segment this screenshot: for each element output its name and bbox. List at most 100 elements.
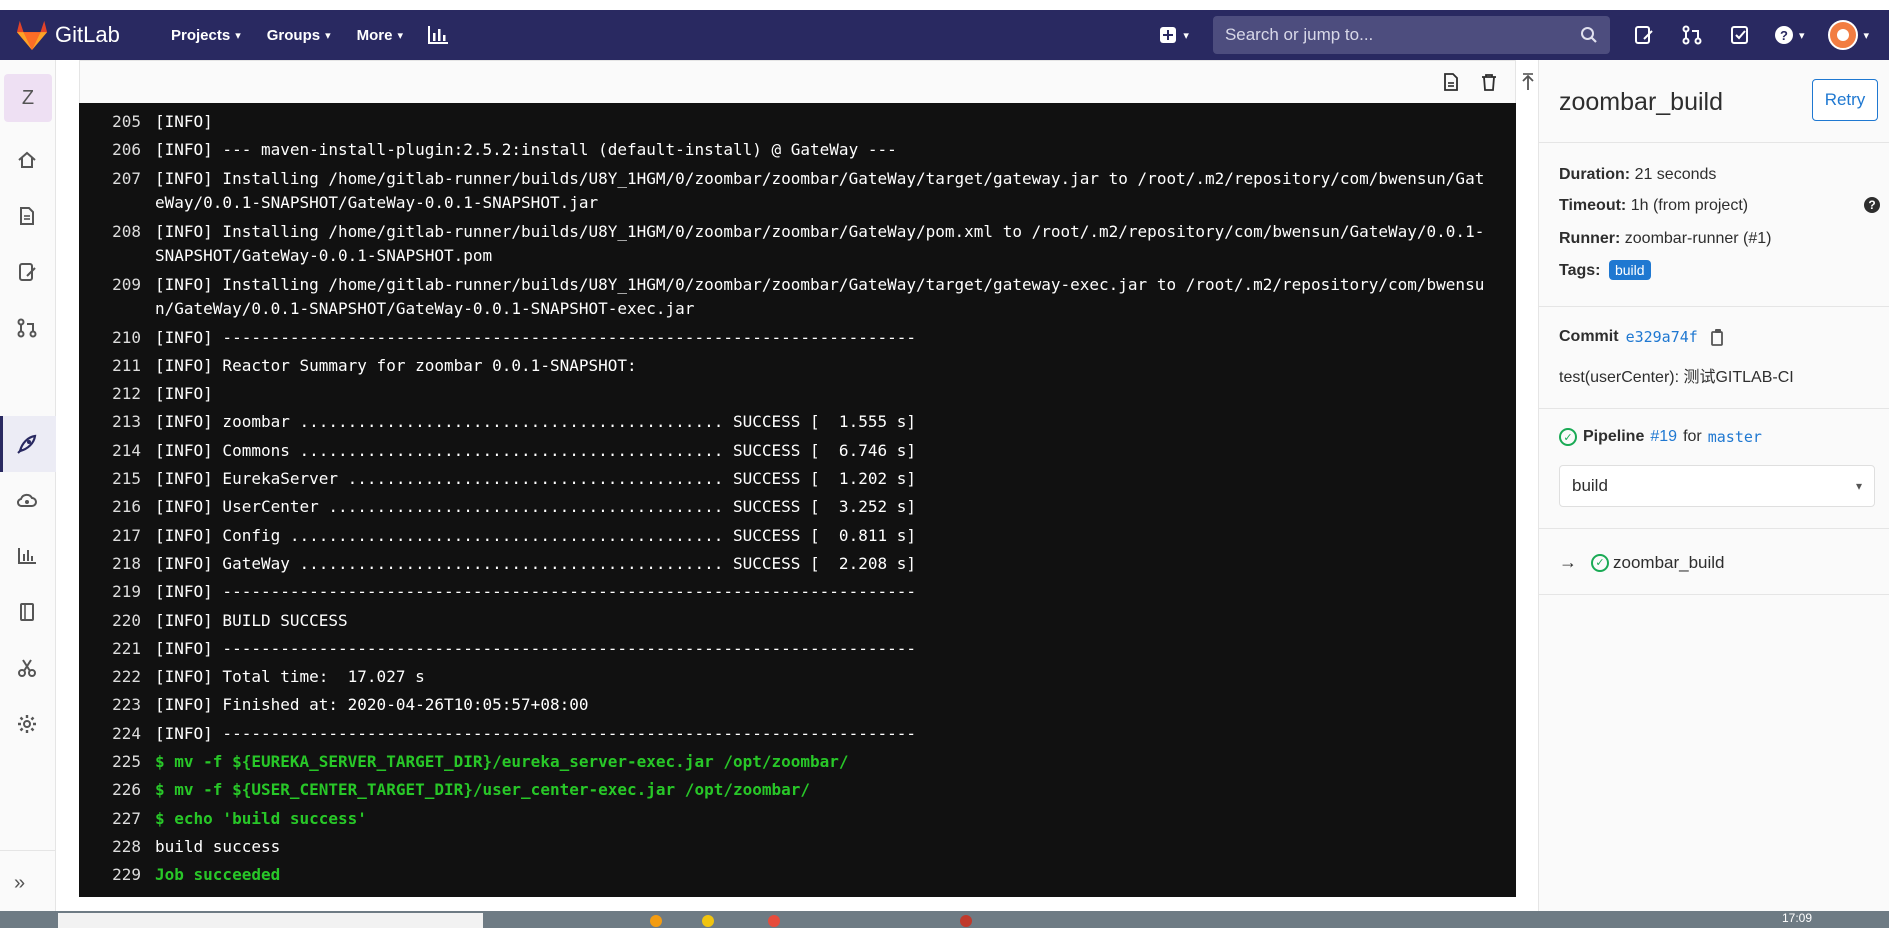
- retry-button[interactable]: Retry: [1812, 79, 1878, 121]
- nav-more[interactable]: More ▾: [357, 27, 403, 44]
- log-line-number[interactable]: 211: [79, 352, 155, 380]
- issues-nav-icon[interactable]: [1632, 23, 1656, 47]
- log-line-text: [INFO] --- maven-install-plugin:2.5.2:in…: [155, 140, 897, 160]
- user-menu[interactable]: ▾: [1828, 20, 1869, 50]
- pipeline-row: ✓ Pipeline #19 for master: [1559, 428, 1762, 446]
- collapse-sidebar-icon[interactable]: »: [14, 872, 25, 895]
- log-line-number[interactable]: 214: [79, 437, 155, 465]
- log-line-text: [INFO] Commons .........................…: [155, 440, 916, 460]
- log-line-number[interactable]: 208: [79, 220, 155, 269]
- log-line: 218 [INFO] GateWay ......................…: [79, 550, 1516, 578]
- merge-requests-nav-icon[interactable]: [1680, 23, 1704, 47]
- log-line-number[interactable]: 227: [79, 805, 155, 833]
- nav-projects[interactable]: Projects ▾: [171, 27, 241, 44]
- raw-log-icon[interactable]: [1440, 71, 1462, 93]
- log-line-number[interactable]: 223: [79, 691, 155, 719]
- commit-sha-link[interactable]: e329a74f: [1626, 328, 1698, 346]
- log-line-number[interactable]: 222: [79, 663, 155, 691]
- svg-text:?: ?: [1780, 28, 1788, 43]
- job-list-item[interactable]: → ✓ zoombar_build: [1559, 552, 1725, 573]
- runner-row: Runner: zoombar-runner (#1): [1559, 230, 1772, 248]
- log-line-number[interactable]: 219: [79, 578, 155, 606]
- stage-dropdown-value: build: [1572, 476, 1608, 495]
- taskbar-app-icon[interactable]: [960, 915, 972, 927]
- chevron-down-icon: ▾: [1863, 29, 1869, 42]
- project-avatar[interactable]: Z: [4, 74, 52, 122]
- log-line: 225 $ mv -f ${EUREKA_SERVER_TARGET_DIR}/e…: [79, 748, 1516, 776]
- log-line-number[interactable]: 216: [79, 493, 155, 521]
- log-line-number[interactable]: 213: [79, 408, 155, 436]
- taskbar-app-icon[interactable]: [702, 915, 714, 927]
- sidebar-divider: [0, 850, 56, 851]
- gitlab-brand[interactable]: GitLab: [15, 19, 155, 51]
- timeout-help-icon[interactable]: ?: [1864, 197, 1880, 213]
- scissors-icon[interactable]: [14, 655, 40, 681]
- pipeline-ref-link[interactable]: master: [1708, 428, 1762, 446]
- arrow-right-icon: →: [1559, 552, 1577, 572]
- log-line-number[interactable]: 209: [79, 273, 155, 322]
- scroll-top-icon[interactable]: [1517, 71, 1539, 93]
- tags-row: Tags: build: [1559, 260, 1651, 280]
- timeout-row: Timeout: 1h (from project): [1559, 197, 1748, 215]
- log-line: 223 [INFO] Finished at: 2020-04-26T10:05:…: [79, 691, 1516, 719]
- nav-more-label: More: [356, 26, 393, 44]
- copy-icon[interactable]: [1710, 328, 1726, 346]
- log-line-number[interactable]: 220: [79, 607, 155, 635]
- project-sidebar: Z »: [0, 60, 56, 911]
- cloud-icon[interactable]: [14, 488, 40, 514]
- search-input[interactable]: [1224, 25, 1580, 45]
- log-line: 222 [INFO] Total time: 17.027 s: [79, 663, 1516, 691]
- activity-chart-icon[interactable]: [427, 24, 449, 46]
- log-line-number[interactable]: 226: [79, 776, 155, 804]
- taskbar-app-icon[interactable]: [768, 915, 780, 927]
- search-box[interactable]: [1212, 16, 1610, 54]
- log-line: 221 [INFO] ------------------------------…: [79, 635, 1516, 663]
- divider: [1539, 594, 1889, 595]
- pipeline-id-link[interactable]: #19: [1650, 428, 1677, 446]
- log-line-number[interactable]: 205: [79, 108, 155, 136]
- log-line-number[interactable]: 228: [79, 833, 155, 861]
- log-line: 224 [INFO] ------------------------------…: [79, 720, 1516, 748]
- divider: [1539, 528, 1889, 529]
- log-line: 213 [INFO] zoombar ......................…: [79, 408, 1516, 436]
- book-icon[interactable]: [14, 599, 40, 625]
- divider: [1539, 142, 1889, 143]
- log-line: 220 [INFO] BUILD SUCCESS: [79, 607, 1516, 635]
- log-line-number[interactable]: 206: [79, 136, 155, 164]
- nav-projects-label: Projects: [171, 26, 231, 44]
- taskbar-app-icon[interactable]: [650, 915, 662, 927]
- log-line-text: [INFO]: [155, 384, 213, 404]
- issues-icon[interactable]: [14, 259, 40, 285]
- merge-request-icon[interactable]: [14, 315, 40, 341]
- log-line-number[interactable]: 207: [79, 167, 155, 216]
- chevron-down-icon: ▾: [1855, 479, 1862, 493]
- log-line-number[interactable]: 225: [79, 748, 155, 776]
- log-line-number[interactable]: 210: [79, 324, 155, 352]
- todos-nav-icon[interactable]: [1728, 23, 1752, 47]
- stage-dropdown[interactable]: build ▾: [1559, 465, 1875, 507]
- log-line: 229 Job succeeded: [79, 861, 1516, 889]
- rocket-icon[interactable]: [14, 431, 40, 457]
- log-line-number[interactable]: 215: [79, 465, 155, 493]
- log-line-number[interactable]: 212: [79, 380, 155, 408]
- doc-icon[interactable]: [14, 203, 40, 229]
- log-line-number[interactable]: 218: [79, 550, 155, 578]
- home-icon[interactable]: [14, 147, 40, 173]
- log-line-number[interactable]: 217: [79, 522, 155, 550]
- erase-log-icon[interactable]: [1478, 71, 1500, 93]
- search-icon: [1580, 27, 1597, 43]
- job-link[interactable]: zoombar_build: [1613, 553, 1725, 573]
- chart-icon[interactable]: [14, 543, 40, 569]
- new-dropdown-button[interactable]: ▾: [1159, 26, 1189, 44]
- log-line: 227 $ echo 'build success': [79, 805, 1516, 833]
- log-line-text: [INFO] zoombar .........................…: [155, 412, 916, 432]
- help-dropdown[interactable]: ? ▾: [1774, 25, 1804, 45]
- nav-groups[interactable]: Groups ▾: [267, 27, 331, 44]
- chevron-down-icon: ▾: [325, 29, 331, 42]
- log-line-number[interactable]: 221: [79, 635, 155, 663]
- taskbar-search[interactable]: [58, 913, 483, 928]
- log-line-number[interactable]: 224: [79, 720, 155, 748]
- gear-icon[interactable]: [14, 711, 40, 737]
- log-line-text: $ mv -f ${USER_CENTER_TARGET_DIR}/user_c…: [155, 780, 811, 800]
- log-line-number[interactable]: 229: [79, 861, 155, 889]
